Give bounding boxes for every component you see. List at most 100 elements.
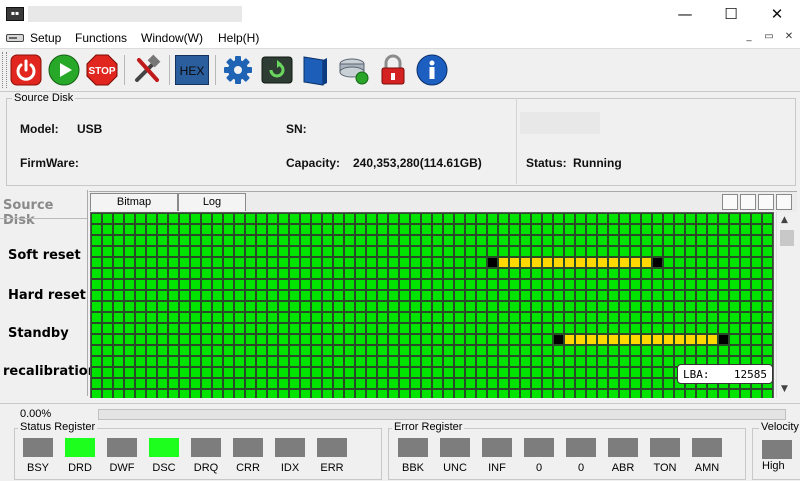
mdi-minimize-button[interactable]: _ — [742, 30, 756, 44]
sector-cell — [267, 334, 278, 345]
sector-cell — [234, 367, 245, 378]
sector-cell — [179, 279, 190, 290]
sector-cell — [487, 301, 498, 312]
sector-cell — [718, 279, 729, 290]
manual-button[interactable] — [298, 53, 332, 87]
sector-cell — [399, 389, 410, 398]
sector-cell — [421, 235, 432, 246]
scroll-thumb[interactable] — [780, 230, 794, 246]
bitmap-scrollbar[interactable]: ▲ ▼ — [776, 212, 797, 398]
sector-cell — [333, 356, 344, 367]
sector-cell — [564, 334, 575, 345]
mdi-restore-button[interactable]: ▭ — [762, 30, 776, 44]
sector-cell — [168, 356, 179, 367]
sector-bitmap[interactable] — [90, 212, 774, 398]
sector-cell — [586, 323, 597, 334]
soft-reset-button[interactable]: Soft reset — [8, 248, 88, 263]
close-button[interactable]: ✕ — [754, 0, 800, 28]
sector-cell — [597, 323, 608, 334]
sector-cell — [410, 301, 421, 312]
sector-cell — [663, 279, 674, 290]
sector-cell — [696, 389, 707, 398]
sector-cell — [674, 334, 685, 345]
sector-cell — [509, 323, 520, 334]
scroll-up-icon[interactable]: ▲ — [781, 215, 788, 225]
sector-cell — [289, 378, 300, 389]
menu-help[interactable]: Help(H) — [218, 31, 259, 45]
lock-button[interactable] — [376, 53, 410, 87]
sector-cell — [157, 389, 168, 398]
sector-cell — [157, 213, 168, 224]
tab-bitmap[interactable]: Bitmap — [90, 193, 178, 211]
reset-button[interactable] — [260, 53, 294, 87]
hex-button[interactable]: HEX — [175, 53, 209, 87]
start-button[interactable] — [47, 53, 81, 87]
firmware-label: FirmWare: — [20, 156, 79, 170]
sector-cell — [465, 301, 476, 312]
sector-cell — [179, 378, 190, 389]
scroll-down-icon[interactable]: ▼ — [781, 384, 788, 394]
view-option-button[interactable] — [722, 194, 738, 210]
minimize-button[interactable]: — — [662, 0, 708, 28]
sector-cell — [212, 279, 223, 290]
view-option-button[interactable] — [740, 194, 756, 210]
view-option-button[interactable] — [758, 194, 774, 210]
sector-cell — [696, 290, 707, 301]
sector-cell — [234, 235, 245, 246]
sector-cell — [608, 213, 619, 224]
sector-cell — [542, 389, 553, 398]
sector-cell — [740, 224, 751, 235]
sector-cell — [267, 356, 278, 367]
sector-cell — [498, 268, 509, 279]
sector-cell — [685, 235, 696, 246]
standby-button[interactable]: Standby — [8, 326, 88, 341]
sector-cell — [443, 378, 454, 389]
maximize-button[interactable]: ☐ — [708, 0, 754, 28]
sector-cell — [377, 312, 388, 323]
sector-cell — [223, 224, 234, 235]
sector-cell — [201, 268, 212, 279]
sector-cell — [542, 224, 553, 235]
info-button[interactable] — [415, 53, 449, 87]
stop-button[interactable]: STOP — [85, 53, 119, 87]
toolbar-grip[interactable] — [2, 52, 7, 88]
hard-reset-button[interactable]: Hard reset — [8, 288, 88, 303]
sector-cell — [333, 290, 344, 301]
tab-log[interactable]: Log — [178, 193, 246, 211]
sector-cell — [553, 235, 564, 246]
sector-cell — [146, 356, 157, 367]
sector-cell — [135, 213, 146, 224]
sector-cell — [102, 301, 113, 312]
sector-cell — [410, 290, 421, 301]
power-button[interactable] — [9, 53, 43, 87]
sector-cell — [124, 290, 135, 301]
sector-cell — [179, 323, 190, 334]
sector-cell — [267, 378, 278, 389]
disk-button[interactable] — [337, 53, 371, 87]
sector-cell — [586, 345, 597, 356]
view-option-button[interactable] — [776, 194, 792, 210]
sector-cell — [597, 268, 608, 279]
sector-cell — [421, 257, 432, 268]
menu-functions[interactable]: Functions — [75, 31, 127, 45]
sector-cell — [377, 257, 388, 268]
lba-value: 12585 — [733, 367, 767, 381]
sector-cell — [553, 378, 564, 389]
sector-cell — [729, 246, 740, 257]
status-panel — [516, 98, 795, 184]
sector-cell — [575, 246, 586, 257]
settings-button[interactable] — [221, 53, 255, 87]
sector-cell — [740, 213, 751, 224]
sector-cell — [542, 279, 553, 290]
sector-cell — [531, 213, 542, 224]
mdi-close-button[interactable]: ✕ — [782, 30, 796, 44]
menu-setup[interactable]: Setup — [30, 31, 61, 45]
sector-cell — [91, 246, 102, 257]
sector-cell — [740, 323, 751, 334]
sector-cell — [432, 235, 443, 246]
recalibration-button[interactable]: recalibration — [3, 364, 97, 379]
lock-icon — [381, 54, 405, 85]
tools-button[interactable] — [130, 53, 164, 87]
sector-cell — [762, 257, 773, 268]
menu-window[interactable]: Window(W) — [141, 31, 203, 45]
